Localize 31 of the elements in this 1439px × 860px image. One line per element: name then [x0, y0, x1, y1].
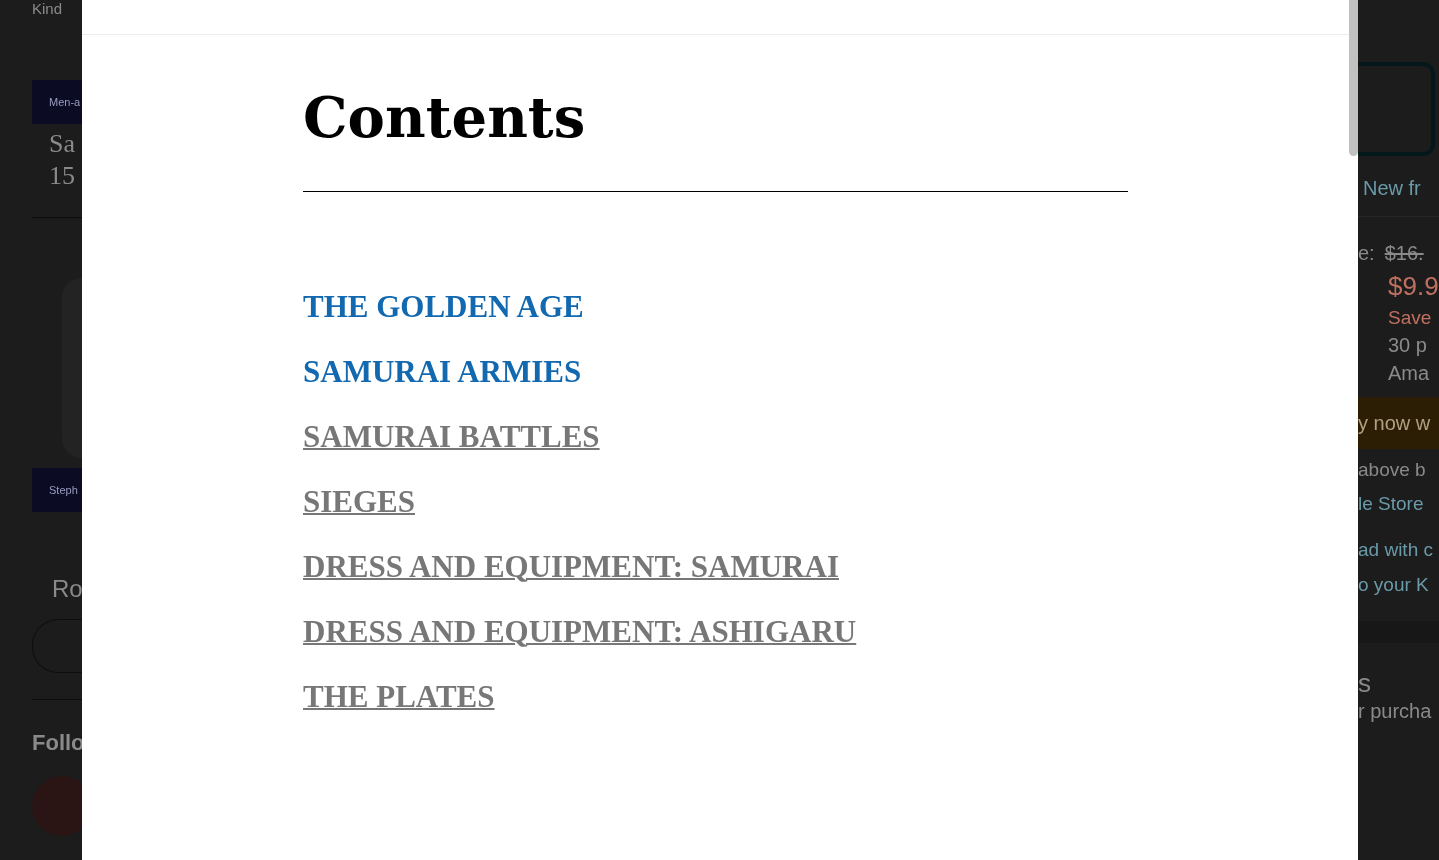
buy-button[interactable]: y now w — [1358, 397, 1439, 449]
chapter-link[interactable]: SAMURAI BATTLES — [303, 418, 600, 456]
chapter-link[interactable]: SAMURAI ARMIES — [303, 353, 582, 391]
savings-text: Save — [1387, 306, 1433, 330]
seller-text: Ama — [1387, 361, 1431, 386]
scrollbar[interactable] — [1349, 0, 1358, 156]
page-text: Kind — [32, 0, 64, 18]
book-title: Sa — [49, 128, 76, 160]
author-badge[interactable]: Steph — [32, 468, 82, 512]
chapter-link[interactable]: DRESS AND EQUIPMENT: ASHIGARU — [303, 613, 857, 651]
section-text: Ro — [52, 575, 82, 603]
note-text: above b — [1358, 458, 1427, 482]
book-title: 15 — [49, 160, 76, 192]
list-price: $16. — [1384, 241, 1424, 266]
price: $9.9 — [1387, 270, 1439, 303]
section-heading: s — [1358, 669, 1372, 697]
series-badge[interactable]: Men-a — [32, 80, 82, 124]
price-label: e: — [1358, 241, 1375, 266]
chapter-link[interactable]: THE GOLDEN AGE — [303, 288, 584, 326]
chapter-link[interactable]: DRESS AND EQUIPMENT: SAMURAI — [303, 548, 839, 586]
read-note-text: ad with c — [1358, 538, 1434, 562]
section-text: r purcha — [1358, 699, 1433, 724]
format-option[interactable] — [1358, 62, 1435, 156]
format-text: New fr — [1363, 176, 1422, 201]
chapter-link[interactable]: THE PLATES — [303, 678, 495, 716]
contents-heading: Contents — [303, 83, 587, 152]
note-text: le Store — [1358, 492, 1425, 516]
chapter-link[interactable]: SIEGES — [303, 483, 415, 521]
follow-heading: Follo — [32, 730, 82, 756]
read-note-text: o your K — [1358, 573, 1430, 597]
points-text: 30 p — [1387, 333, 1428, 358]
